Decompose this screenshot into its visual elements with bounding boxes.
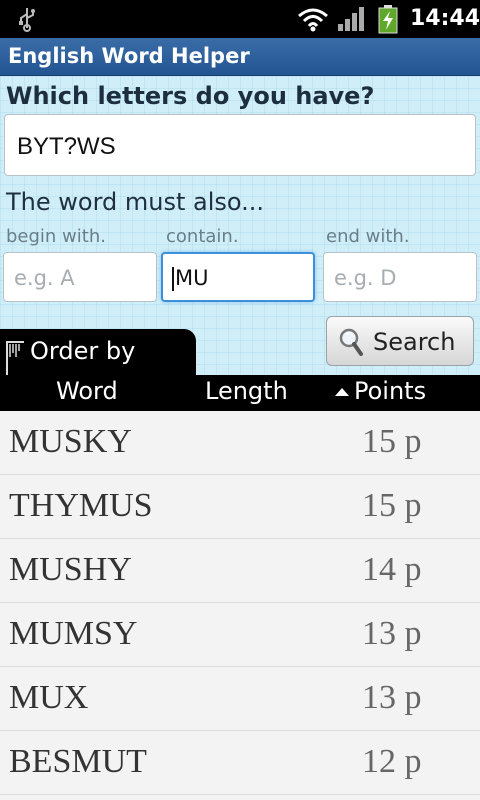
sort-up-arrow-icon (335, 388, 349, 396)
list-item[interactable]: BESMUT 12 p (0, 731, 480, 795)
begin-with-label: begin with. (6, 226, 106, 247)
result-points: 15 p (362, 423, 422, 460)
result-word: THYMUS (9, 487, 153, 524)
contain-label: contain. (166, 226, 239, 247)
sort-by-word[interactable]: Word (56, 377, 118, 405)
app-title: English Word Helper (8, 44, 250, 68)
status-bar: 14:44 (0, 0, 480, 38)
result-word: MUX (9, 679, 89, 716)
sort-header: Word Length Points (0, 375, 480, 411)
result-points: 13 p (362, 679, 422, 716)
contain-value: MU (175, 266, 209, 290)
app-title-bar: English Word Helper (0, 38, 480, 76)
end-with-label: end with. (326, 226, 410, 247)
contain-input[interactable]: MU (161, 252, 315, 302)
result-word: BESMUT (9, 743, 147, 780)
list-item[interactable]: MUSHY 14 p (0, 539, 480, 603)
results-list: MUSKY 15 p THYMUS 15 p MUSHY 14 p MUMSY … (0, 411, 480, 800)
result-points: 15 p (362, 487, 422, 524)
end-with-input[interactable]: e.g. D (323, 252, 477, 302)
order-by-tab: Order by (0, 329, 196, 399)
clock: 14:44 (410, 6, 480, 31)
list-item[interactable]: MUMSY 13 p (0, 603, 480, 667)
begin-with-placeholder: e.g. A (14, 266, 75, 290)
result-points: 12 p (362, 743, 422, 780)
search-button[interactable]: Search (326, 316, 474, 366)
usb-icon (19, 8, 35, 32)
end-with-placeholder: e.g. D (334, 266, 397, 290)
search-button-label: Search (373, 328, 456, 356)
list-item[interactable]: MUX 13 p (0, 667, 480, 731)
text-cursor (172, 267, 174, 291)
list-item[interactable]: THYMUS 15 p (0, 475, 480, 539)
wifi-icon (298, 8, 328, 32)
result-word: MUSKY (9, 423, 132, 460)
begin-with-input[interactable]: e.g. A (3, 252, 157, 302)
list-item[interactable]: MUSKY 15 p (0, 411, 480, 475)
constraints-heading: The word must also... (6, 188, 265, 216)
search-icon (339, 328, 363, 356)
letters-input[interactable]: BYT?WS (4, 114, 476, 176)
result-word: MUMSY (9, 615, 138, 652)
result-word: MUSHY (9, 551, 132, 588)
sort-by-points[interactable]: Points (354, 377, 426, 405)
result-points: 14 p (362, 551, 422, 588)
letters-question: Which letters do you have? (6, 82, 375, 110)
result-points: 13 p (362, 615, 422, 652)
battery-charging-icon (378, 5, 398, 34)
order-by-label: Order by (30, 337, 136, 365)
signal-icon (338, 7, 364, 31)
sort-by-length[interactable]: Length (205, 377, 288, 405)
